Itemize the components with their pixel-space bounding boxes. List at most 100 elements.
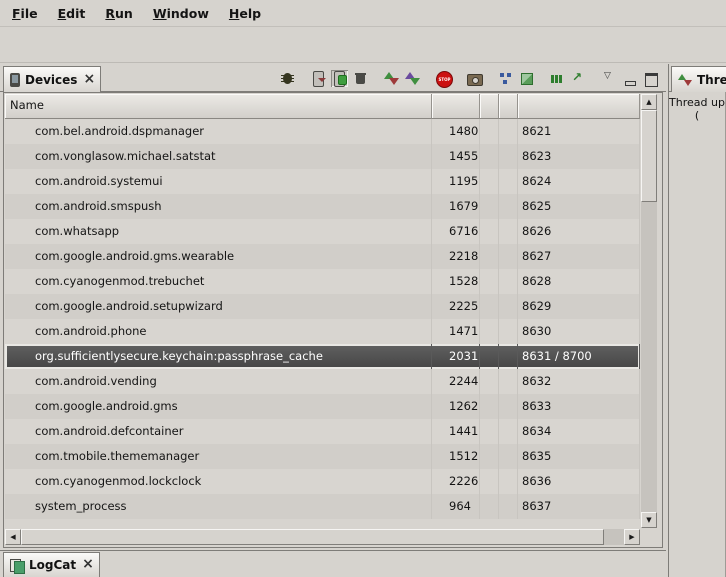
- table-row[interactable]: com.whatsapp 6716 8626: [5, 219, 640, 244]
- table-row[interactable]: org.sufficientlysecure.keychain:passphra…: [5, 344, 640, 369]
- process-name-cell: com.android.vending: [5, 369, 432, 394]
- dump-hprof-icon[interactable]: [310, 70, 327, 87]
- table-row[interactable]: com.google.android.gms 12623 8633: [5, 394, 640, 419]
- column-header[interactable]: [480, 94, 499, 119]
- table-row[interactable]: com.android.systemui 1195 8624: [5, 169, 640, 194]
- threads-icon: [678, 73, 692, 87]
- screen-capture-icon[interactable]: [466, 70, 483, 87]
- empty-cell: [480, 494, 499, 519]
- close-icon[interactable]: [81, 558, 93, 572]
- table-row[interactable]: com.android.defcontainer 14411 8634: [5, 419, 640, 444]
- process-pid-cell: 6716: [432, 219, 480, 244]
- cause-gc-icon[interactable]: [352, 70, 369, 87]
- scroll-down-icon[interactable]: [641, 512, 657, 528]
- table-row[interactable]: com.android.phone 1471 8630: [5, 319, 640, 344]
- empty-cell: [499, 219, 518, 244]
- maximize-icon[interactable]: [643, 70, 660, 87]
- horizontal-scrollbar[interactable]: [5, 529, 640, 545]
- scroll-left-icon[interactable]: [5, 529, 21, 545]
- stop-process-icon[interactable]: [435, 70, 452, 87]
- network-stats-icon[interactable]: [570, 70, 587, 87]
- empty-cell: [499, 369, 518, 394]
- method-profiling-icon[interactable]: [404, 70, 421, 87]
- threads-message: Thread up (: [669, 92, 726, 577]
- process-port-cell: 8625: [518, 194, 640, 219]
- table-row[interactable]: com.google.android.gms.wearable 22185 86…: [5, 244, 640, 269]
- heap-usage-icon[interactable]: [549, 70, 566, 87]
- tab-devices[interactable]: Devices: [3, 66, 101, 92]
- table-row[interactable]: system_process 964 8637: [5, 494, 640, 519]
- process-name-cell: org.sufficientlysecure.keychain:passphra…: [5, 344, 432, 369]
- tab-logcat-label: LogCat: [29, 558, 76, 572]
- column-header[interactable]: Name: [5, 94, 432, 119]
- table-row[interactable]: com.vonglasow.michael.satstat 14553 8623: [5, 144, 640, 169]
- process-pid-cell: 14553: [432, 144, 480, 169]
- empty-cell: [499, 419, 518, 444]
- scroll-right-icon[interactable]: [624, 529, 640, 545]
- process-port-cell: 8634: [518, 419, 640, 444]
- view-menu-icon[interactable]: [601, 70, 618, 87]
- process-name-cell: com.google.android.gms.wearable: [5, 244, 432, 269]
- process-pid-cell: 1512: [432, 444, 480, 469]
- process-port-cell: 8633: [518, 394, 640, 419]
- devices-panel: Devices: [0, 64, 666, 550]
- menu-item[interactable]: Edit: [48, 3, 96, 24]
- process-port-cell: 8630: [518, 319, 640, 344]
- minimize-icon[interactable]: [622, 70, 639, 87]
- table-row[interactable]: com.bel.android.dspmanager 1480 8621: [5, 119, 640, 144]
- column-header[interactable]: [518, 94, 640, 119]
- process-pid-cell: 1195: [432, 169, 480, 194]
- table-row[interactable]: com.cyanogenmod.lockclock 22265 8636: [5, 469, 640, 494]
- empty-cell: [480, 269, 499, 294]
- close-icon[interactable]: [82, 73, 94, 87]
- menu-bar: File Edit Run Window Help: [0, 0, 726, 27]
- table-row[interactable]: com.tmobile.thememanager 1512 8635: [5, 444, 640, 469]
- menu-item[interactable]: File: [2, 3, 48, 24]
- table-row[interactable]: com.android.smspush 1679 8625: [5, 194, 640, 219]
- empty-cell: [480, 444, 499, 469]
- update-threads-icon[interactable]: [383, 70, 400, 87]
- table-row[interactable]: com.android.vending 22440 8632: [5, 369, 640, 394]
- process-port-cell: 8631 / 8700: [518, 344, 640, 369]
- empty-cell: [480, 294, 499, 319]
- logcat-icon: [10, 559, 24, 572]
- threads-panel: Threa Thread up (: [668, 64, 726, 577]
- menu-item[interactable]: Help: [219, 3, 271, 24]
- vertical-scrollbar[interactable]: [641, 94, 657, 528]
- devices-tabbar: Devices: [0, 64, 666, 92]
- process-port-cell: 8632: [518, 369, 640, 394]
- pixel-perfect-icon[interactable]: [518, 70, 535, 87]
- empty-cell: [499, 394, 518, 419]
- empty-cell: [499, 494, 518, 519]
- table-body: com.bel.android.dspmanager 1480 8621 com…: [5, 119, 640, 519]
- table-row[interactable]: com.cyanogenmod.trebuchet 1528 8628: [5, 269, 640, 294]
- empty-cell: [499, 344, 518, 369]
- column-header[interactable]: [432, 94, 480, 119]
- tab-logcat[interactable]: LogCat: [3, 552, 100, 577]
- ddms-window: File Edit Run Window Help Devices: [0, 0, 726, 577]
- process-pid-cell: 20311: [432, 344, 480, 369]
- tab-threads[interactable]: Threa: [671, 66, 726, 92]
- empty-cell: [499, 194, 518, 219]
- scroll-up-icon[interactable]: [641, 94, 657, 110]
- horizontal-scrollbar-thumb[interactable]: [21, 529, 604, 545]
- menu-item[interactable]: Run: [95, 3, 142, 24]
- process-pid-cell: 1679: [432, 194, 480, 219]
- update-heap-icon[interactable]: [331, 70, 348, 87]
- column-header[interactable]: [499, 94, 518, 119]
- menu-item[interactable]: Window: [143, 3, 219, 24]
- empty-cell: [480, 169, 499, 194]
- empty-cell: [499, 144, 518, 169]
- empty-cell: [499, 444, 518, 469]
- debug-process-icon[interactable]: [279, 70, 296, 87]
- process-name-cell: com.whatsapp: [5, 219, 432, 244]
- process-pid-cell: 1480: [432, 119, 480, 144]
- process-name-cell: com.google.android.setupwizard: [5, 294, 432, 319]
- hierarchy-view-icon[interactable]: [497, 70, 514, 87]
- vertical-scrollbar-thumb[interactable]: [641, 110, 657, 202]
- table-header: Name: [5, 94, 640, 119]
- empty-cell: [499, 294, 518, 319]
- empty-cell: [480, 319, 499, 344]
- process-pid-cell: 1528: [432, 269, 480, 294]
- table-row[interactable]: com.google.android.setupwizard 22250 862…: [5, 294, 640, 319]
